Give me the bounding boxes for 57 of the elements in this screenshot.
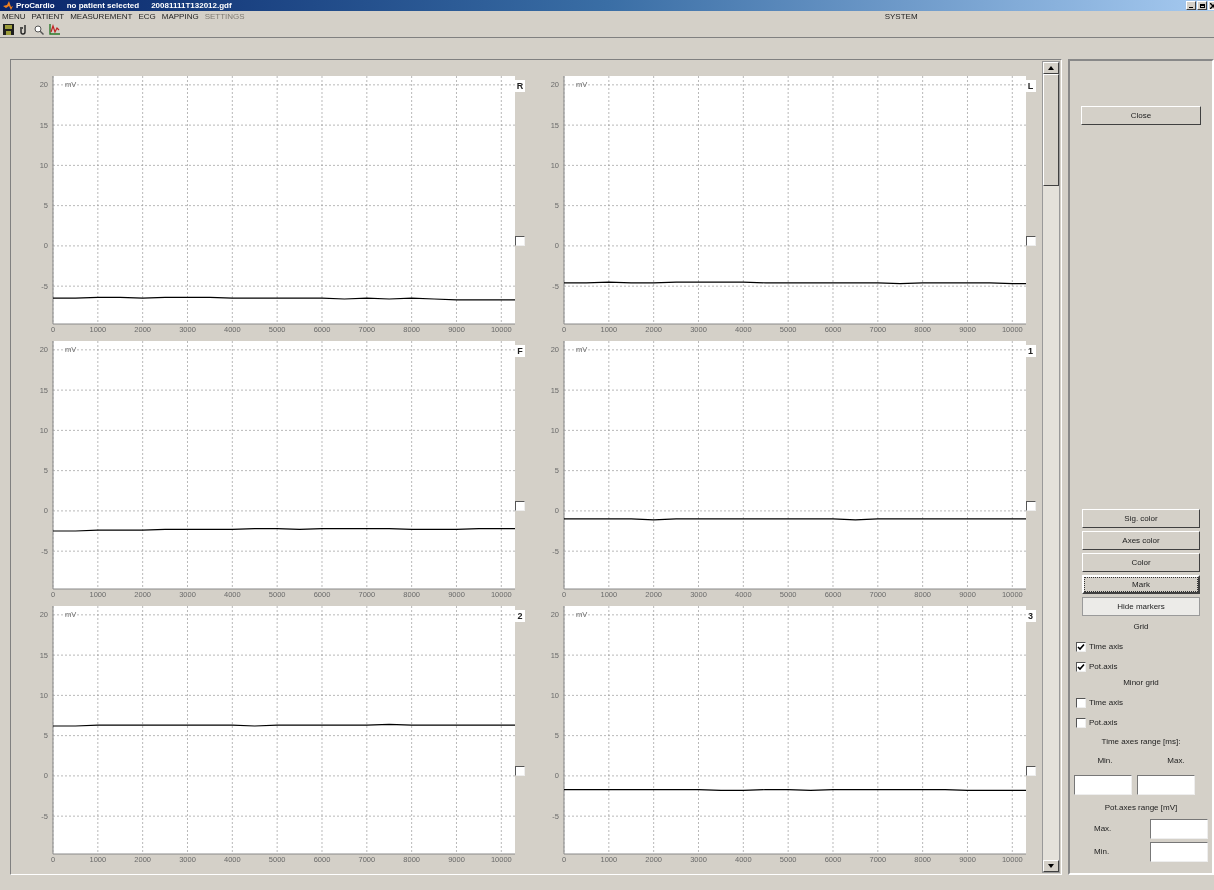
lead-label: 2 [515, 610, 525, 622]
menu-item[interactable]: PATIENT [31, 12, 65, 21]
scroll-down-icon[interactable] [1048, 864, 1054, 868]
field-label: Min. [1097, 756, 1113, 766]
checkbox-label: Time axis [1089, 642, 1123, 652]
checkbox[interactable] [1076, 698, 1086, 708]
panel-button[interactable]: Hide markers [1082, 597, 1200, 616]
window-title: 20081111T132012.gdf [151, 1, 232, 10]
checkbox[interactable] [1025, 501, 1036, 511]
section-title: Grid [1132, 622, 1150, 632]
lead-label: L [1025, 80, 1036, 92]
section-title: Pot.axes range [mV] [1104, 803, 1178, 813]
lead-label: 3 [1025, 610, 1036, 622]
checkbox[interactable] [1076, 642, 1086, 652]
lead-label: F [515, 345, 525, 357]
menu-item[interactable]: MEASUREMENT [70, 12, 133, 21]
checkbox-label: Pot.axis [1089, 718, 1118, 728]
checkbox[interactable] [1025, 766, 1036, 776]
panel-button[interactable]: Mark [1082, 575, 1200, 594]
scrollbar[interactable] [1042, 61, 1060, 873]
field-label: Max. [1094, 824, 1113, 834]
checkbox[interactable] [1076, 718, 1086, 728]
menu-item[interactable]: SYSTEM [884, 12, 918, 21]
input-field[interactable] [1137, 775, 1195, 795]
search-icon[interactable] [34, 24, 44, 35]
app-logo-icon [3, 1, 13, 10]
checkbox-label: Time axis [1089, 698, 1123, 708]
panel-button[interactable]: Color [1082, 553, 1200, 572]
scrollbar-thumb[interactable] [1043, 74, 1059, 186]
lead-label: R [515, 80, 525, 92]
field-label: Max. [1167, 756, 1185, 766]
section-title: Minor grid [1122, 678, 1160, 688]
checkbox[interactable] [1076, 662, 1086, 672]
lead-label: 1 [1025, 345, 1036, 357]
field-label: Min. [1094, 847, 1111, 857]
checkbox[interactable] [515, 236, 525, 246]
scroll-up-icon[interactable] [1048, 66, 1054, 70]
panel-button[interactable]: Axes color [1082, 531, 1200, 550]
chart-icon[interactable] [49, 24, 60, 35]
menu-item[interactable]: ECG [138, 12, 156, 21]
panel-button[interactable]: Sig. color [1082, 509, 1200, 528]
checkbox[interactable] [515, 766, 525, 776]
input-field[interactable] [1074, 775, 1132, 795]
section-title: Time axes range [ms]: [1101, 737, 1181, 747]
window-title: ProCardio [16, 1, 55, 10]
checkbox[interactable] [515, 501, 525, 511]
window-title: no patient selected [66, 1, 140, 10]
minimize-button[interactable] [1186, 1, 1196, 10]
menu-item[interactable]: MENU [2, 12, 26, 21]
input-field[interactable] [1150, 819, 1208, 839]
save-icon[interactable] [3, 24, 14, 35]
restore-button[interactable] [1197, 1, 1207, 10]
input-field[interactable] [1150, 842, 1208, 862]
checkbox[interactable] [1025, 236, 1036, 246]
checkbox-label: Pot.axis [1089, 662, 1118, 672]
menu-item[interactable]: MAPPING [161, 12, 199, 21]
close-button[interactable]: Close [1081, 106, 1201, 125]
